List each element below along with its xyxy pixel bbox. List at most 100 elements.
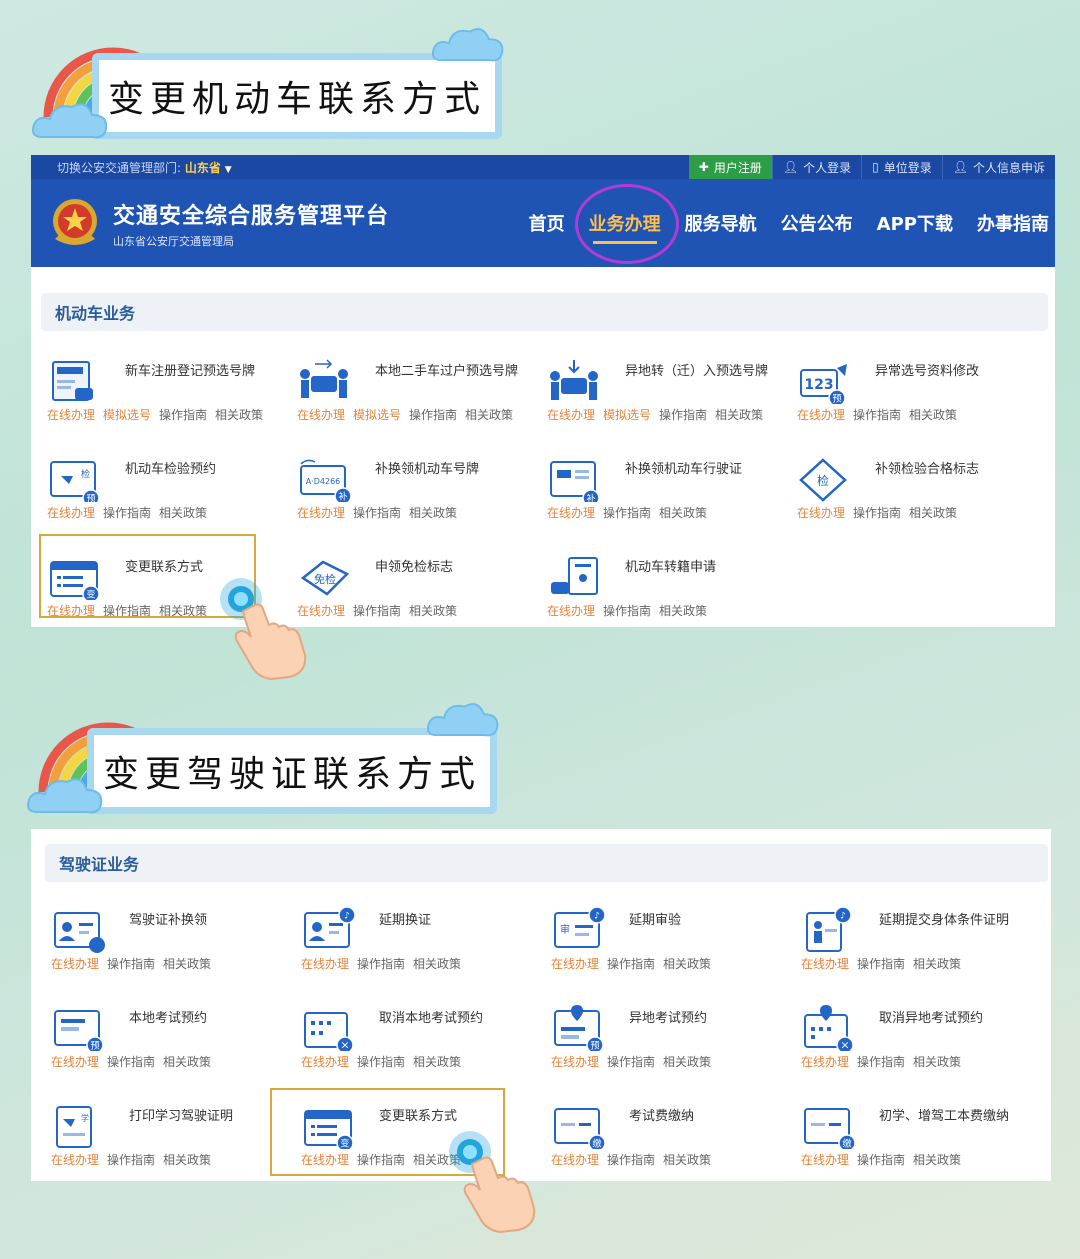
service-item[interactable]: × 取消异地考试预约 在线办理 操作指南 相关政策 xyxy=(795,999,1035,1079)
policy-link[interactable]: 相关政策 xyxy=(413,957,461,971)
online-link[interactable]: 在线办理 xyxy=(551,957,599,971)
service-name[interactable]: 考试费缴纳 xyxy=(629,1107,779,1126)
guide-link[interactable]: 操作指南 xyxy=(607,1153,655,1167)
service-name[interactable]: 补换领机动车号牌 xyxy=(375,460,525,479)
unit-login-button[interactable]: ▯ 单位登录 xyxy=(861,155,942,179)
policy-link[interactable]: 相关政策 xyxy=(163,1055,211,1069)
policy-link[interactable]: 相关政策 xyxy=(909,506,957,520)
service-item[interactable]: 缴 考试费缴纳 在线办理 操作指南 相关政策 xyxy=(545,1097,785,1177)
guide-link[interactable]: 操作指南 xyxy=(853,506,901,520)
service-item[interactable]: 123 预 异常选号资料修改 在线办理 操作指南 相关政策 xyxy=(791,352,1031,432)
service-name[interactable]: 补领检验合格标志 xyxy=(875,460,1025,479)
service-name[interactable]: 本地考试预约 xyxy=(129,1009,279,1028)
service-name[interactable]: 异地转（迁）入预选号牌 xyxy=(625,362,775,381)
service-item[interactable]: ♪ 延期换证 在线办理 操作指南 相关政策 xyxy=(295,901,535,981)
guide-link[interactable]: 操作指南 xyxy=(107,1055,155,1069)
policy-link[interactable]: 相关政策 xyxy=(413,1055,461,1069)
policy-link[interactable]: 相关政策 xyxy=(913,957,961,971)
appeal-button[interactable]: 👤︎ 个人信息申诉 xyxy=(941,155,1055,179)
service-item[interactable]: 机动车转籍申请 在线办理 操作指南 相关政策 xyxy=(541,548,781,628)
service-name[interactable]: 取消本地考试预约 xyxy=(379,1009,529,1028)
service-item[interactable]: 检预 机动车检验预约 在线办理 操作指南 相关政策 xyxy=(41,450,281,530)
service-item[interactable]: 异地转（迁）入预选号牌 在线办理 模拟选号 操作指南 相关政策 xyxy=(541,352,781,432)
service-name[interactable]: 延期提交身体条件证明 xyxy=(879,911,1029,930)
policy-link[interactable]: 相关政策 xyxy=(909,408,957,422)
online-link[interactable]: 在线办理 xyxy=(547,506,595,520)
policy-link[interactable]: 相关政策 xyxy=(163,957,211,971)
online-link[interactable]: 在线办理 xyxy=(801,1055,849,1069)
service-name[interactable]: 申领免检标志 xyxy=(375,558,525,577)
service-item[interactable]: 预 异地考试预约 在线办理 操作指南 相关政策 xyxy=(545,999,785,1079)
online-link[interactable]: 在线办理 xyxy=(301,957,349,971)
policy-link[interactable]: 相关政策 xyxy=(215,408,263,422)
guide-link[interactable]: 操作指南 xyxy=(353,506,401,520)
personal-login-button[interactable]: 👤︎ 个人登录 xyxy=(771,155,861,179)
policy-link[interactable]: 相关政策 xyxy=(715,408,763,422)
mock-select-link[interactable]: 模拟选号 xyxy=(103,408,151,422)
policy-link[interactable]: 相关政策 xyxy=(659,506,707,520)
service-item[interactable]: 驾驶证补换领在线办理 操作指南 相关政策 xyxy=(45,901,285,981)
guide-link[interactable]: 操作指南 xyxy=(607,957,655,971)
department-switch[interactable]: 切换公安交通管理部门: 山东省 ▼ xyxy=(57,159,232,176)
online-link[interactable]: 在线办理 xyxy=(797,506,845,520)
nav-business[interactable]: 业务办理 xyxy=(574,184,679,264)
register-button[interactable]: ✚ 用户注册 xyxy=(688,155,772,179)
online-link[interactable]: 在线办理 xyxy=(297,506,345,520)
guide-link[interactable]: 操作指南 xyxy=(853,408,901,422)
online-link[interactable]: 在线办理 xyxy=(51,1153,99,1167)
policy-link[interactable]: 相关政策 xyxy=(663,957,711,971)
service-item[interactable]: 本地二手车过户预选号牌 在线办理 模拟选号 操作指南 相关政策 xyxy=(291,352,531,432)
guide-link[interactable]: 操作指南 xyxy=(857,957,905,971)
service-name[interactable]: 机动车转籍申请 xyxy=(625,558,775,577)
service-item[interactable]: 免检 申领免检标志 在线办理 操作指南 相关政策 xyxy=(291,548,531,628)
service-item[interactable]: 学 打印学习驾驶证明 在线办理 操作指南 相关政策 xyxy=(45,1097,285,1177)
nav-announcements[interactable]: 公告公布 xyxy=(781,210,853,236)
guide-link[interactable]: 操作指南 xyxy=(603,604,651,618)
guide-link[interactable]: 操作指南 xyxy=(603,506,651,520)
online-link[interactable]: 在线办理 xyxy=(301,1055,349,1069)
online-link[interactable]: 在线办理 xyxy=(551,1055,599,1069)
nav-app-download[interactable]: APP下载 xyxy=(877,210,953,236)
guide-link[interactable]: 操作指南 xyxy=(857,1153,905,1167)
service-name[interactable]: 异常选号资料修改 xyxy=(875,362,1025,381)
nav-home[interactable]: 首页 xyxy=(529,210,565,236)
policy-link[interactable]: 相关政策 xyxy=(409,506,457,520)
service-name[interactable]: 新车注册登记预选号牌 xyxy=(125,362,275,381)
online-link[interactable]: 在线办理 xyxy=(801,957,849,971)
online-link[interactable]: 在线办理 xyxy=(47,506,95,520)
policy-link[interactable]: 相关政策 xyxy=(159,506,207,520)
service-item[interactable]: 检 补领检验合格标志 在线办理 操作指南 相关政策 xyxy=(791,450,1031,530)
online-link[interactable]: 在线办理 xyxy=(47,408,95,422)
online-link[interactable]: 在线办理 xyxy=(551,1153,599,1167)
guide-link[interactable]: 操作指南 xyxy=(159,408,207,422)
service-item[interactable]: 缴 初学、增驾工本费缴纳 在线办理 操作指南 相关政策 xyxy=(795,1097,1035,1177)
service-name[interactable]: 取消异地考试预约 xyxy=(879,1009,1029,1028)
service-item[interactable]: 审 ♪ 延期审验 在线办理 操作指南 相关政策 xyxy=(545,901,785,981)
policy-link[interactable]: 相关政策 xyxy=(465,408,513,422)
online-link[interactable]: 在线办理 xyxy=(51,957,99,971)
service-item[interactable]: 新车注册登记预选号牌在线办理 模拟选号 操作指南 相关政策 xyxy=(41,352,281,432)
service-item[interactable]: A·D4266 补 补换领机动车号牌 在线办理 操作指南 相关政策 xyxy=(291,450,531,530)
guide-link[interactable]: 操作指南 xyxy=(857,1055,905,1069)
online-link[interactable]: 在线办理 xyxy=(51,1055,99,1069)
policy-link[interactable]: 相关政策 xyxy=(663,1055,711,1069)
service-name[interactable]: 驾驶证补换领 xyxy=(129,911,279,930)
service-name[interactable]: 打印学习驾驶证明 xyxy=(129,1107,279,1126)
guide-link[interactable]: 操作指南 xyxy=(103,506,151,520)
policy-link[interactable]: 相关政策 xyxy=(913,1055,961,1069)
service-name[interactable]: 延期换证 xyxy=(379,911,529,930)
service-name[interactable]: 延期审验 xyxy=(629,911,779,930)
guide-link[interactable]: 操作指南 xyxy=(357,1055,405,1069)
policy-link[interactable]: 相关政策 xyxy=(409,604,457,618)
guide-link[interactable]: 操作指南 xyxy=(107,1153,155,1167)
mock-select-link[interactable]: 模拟选号 xyxy=(353,408,401,422)
policy-link[interactable]: 相关政策 xyxy=(663,1153,711,1167)
online-link[interactable]: 在线办理 xyxy=(801,1153,849,1167)
guide-link[interactable]: 操作指南 xyxy=(107,957,155,971)
guide-link[interactable]: 操作指南 xyxy=(659,408,707,422)
guide-link[interactable]: 操作指南 xyxy=(357,957,405,971)
service-item[interactable]: 补 补换领机动车行驶证 在线办理 操作指南 相关政策 xyxy=(541,450,781,530)
service-name[interactable]: 补换领机动车行驶证 xyxy=(625,460,775,479)
nav-service-guide[interactable]: 服务导航 xyxy=(685,210,757,236)
policy-link[interactable]: 相关政策 xyxy=(659,604,707,618)
